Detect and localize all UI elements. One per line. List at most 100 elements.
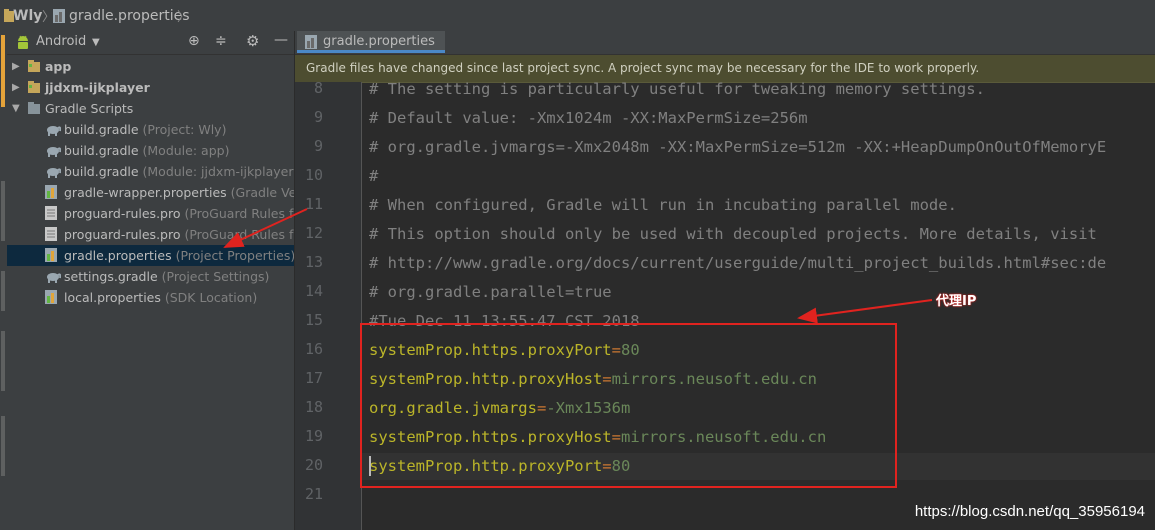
view-mode-label[interactable]: Android — [36, 34, 86, 49]
sync-notification-banner: Gradle files have changed since last pro… — [295, 55, 1155, 83]
line-number: 16 — [304, 340, 323, 358]
code-line: # org.gradle.parallel=true — [369, 283, 612, 301]
tree-item-label: proguard-rules.pro (ProGuard Rules for — [64, 227, 295, 242]
tree-item-description: (ProGuard Rules for — [180, 206, 295, 221]
watermark: https://blog.csdn.net/qq_35956194 — [914, 503, 1145, 520]
line-number: 9 — [313, 108, 323, 126]
banner-message: Gradle files have changed since last pro… — [306, 61, 980, 75]
line-number: 19 — [304, 427, 323, 445]
collapse-icon[interactable]: ≑ — [215, 33, 227, 49]
tree-item[interactable]: build.gradle (Module: jjdxm-ijkplayer) — [7, 161, 294, 182]
folder-icon — [27, 59, 41, 73]
breadcrumb-project[interactable]: Wly — [13, 6, 42, 26]
tab-label: gradle.properties — [323, 34, 435, 49]
line-number: 14 — [304, 282, 323, 300]
tree-item-label: local.properties (SDK Location) — [64, 290, 258, 305]
breadcrumb-separator: 〉 — [177, 10, 191, 25]
gear-icon[interactable]: ⚙ — [246, 32, 259, 50]
code-line: # The setting is particularly useful for… — [369, 82, 985, 98]
properties-file-icon — [45, 185, 59, 199]
tree-item[interactable]: build.gradle (Project: Wly) — [7, 119, 294, 140]
tree-item[interactable]: gradle.properties (Project Properties) — [7, 245, 294, 266]
tree-item[interactable]: ▶ jjdxm-ijkplayer — [7, 77, 294, 98]
tab-gradle-properties[interactable]: gradle.properties — [297, 31, 445, 53]
line-number: 11 — [304, 195, 323, 213]
tree-item-label: build.gradle (Module: app) — [64, 143, 230, 158]
line-number: 13 — [304, 253, 323, 271]
project-tool-tab[interactable] — [1, 35, 5, 107]
annotation-label: 代理IP — [936, 294, 977, 309]
locate-icon[interactable]: ⊕ — [188, 33, 200, 49]
tree-item[interactable]: local.properties (SDK Location) — [7, 287, 294, 308]
tree-item-label: settings.gradle (Project Settings) — [64, 269, 270, 284]
tree-item[interactable]: build.gradle (Module: app) — [7, 140, 294, 161]
collapsed-arrow-icon[interactable]: ▶ — [12, 82, 20, 93]
gradle-elephant-icon — [45, 143, 62, 157]
android-icon — [18, 35, 28, 49]
tree-item-label: jjdxm-ijkplayer — [45, 80, 150, 95]
code-line: # — [369, 167, 379, 185]
tool-tab[interactable] — [1, 331, 5, 391]
text-file-icon — [45, 206, 59, 220]
breadcrumb-file[interactable]: gradle.properties — [69, 6, 190, 26]
line-number-gutter: 8 9 9 10 11 12 13 14 15 16 17 18 19 20 21 — [295, 79, 362, 530]
tree-item-description: (Gradle Vers — [230, 185, 295, 200]
tool-tab[interactable] — [1, 416, 5, 476]
gradle-elephant-icon — [45, 269, 62, 283]
tree-item[interactable]: proguard-rules.pro (ProGuard Rules for — [7, 224, 294, 245]
line-number: 18 — [304, 398, 323, 416]
code-line: # http://www.gradle.org/docs/current/use… — [369, 254, 1107, 272]
tree-item-description: (SDK Location) — [160, 290, 258, 305]
line-number: 21 — [304, 485, 323, 503]
properties-file-icon — [45, 290, 59, 304]
line-number: 12 — [304, 224, 323, 242]
tree-item-description: (Project Properties) — [171, 248, 295, 263]
navigation-bar: Wly 〉 gradle.properties 〉 — [0, 0, 1155, 32]
tree-item-description: (Module: app) — [138, 143, 230, 158]
properties-file-icon — [53, 9, 65, 23]
tree-item-description: (Project: Wly) — [138, 122, 227, 137]
line-number: 15 — [304, 311, 323, 329]
line-number: 10 — [304, 166, 323, 184]
tree-item[interactable]: settings.gradle (Project Settings) — [7, 266, 294, 287]
code-line: # When configured, Gradle will run in in… — [369, 196, 957, 214]
tool-tab[interactable] — [1, 181, 5, 241]
tree-item-label: gradle.properties (Project Properties) — [64, 248, 295, 263]
code-line: # This option should only be used with d… — [369, 225, 1097, 243]
tree-item-label: app — [45, 59, 72, 74]
tree-item-label: Gradle Scripts — [45, 101, 134, 116]
highlight-box — [360, 323, 897, 488]
tree-item[interactable]: proguard-rules.pro (ProGuard Rules for — [7, 203, 294, 224]
tree-item-description: (Module: jjdxm-ijkplayer) — [138, 164, 295, 179]
tree-item-label: build.gradle (Project: Wly) — [64, 122, 227, 137]
text-file-icon — [45, 227, 59, 241]
line-number: 20 — [304, 456, 323, 474]
tree-item-description: (Project Settings) — [157, 269, 270, 284]
code-line: # Default value: -Xmx1024m -XX:MaxPermSi… — [369, 109, 808, 127]
tree-item-label: proguard-rules.pro (ProGuard Rules for — [64, 206, 295, 221]
line-number: 8 — [313, 79, 323, 97]
tree-item[interactable]: ▶ app — [7, 56, 294, 77]
properties-file-icon — [45, 248, 59, 262]
gradle-elephant-icon — [45, 164, 62, 178]
tree-item-description: (ProGuard Rules for — [180, 227, 295, 242]
tree-item-label: gradle-wrapper.properties (Gradle Vers — [64, 185, 295, 200]
gradle-folder-icon — [27, 101, 41, 115]
tool-tab[interactable] — [1, 271, 5, 311]
line-number: 17 — [304, 369, 323, 387]
gradle-elephant-icon — [45, 122, 62, 136]
expanded-arrow-icon[interactable]: ▼ — [12, 103, 20, 114]
project-panel: Android ▼ ⊕ ≑ ⚙ — ▶ app ▶ jjdxm-ijkplayer ▼ G… — [7, 31, 295, 530]
view-mode-dropdown-icon[interactable]: ▼ — [92, 37, 100, 48]
tree-item-label: build.gradle (Module: jjdxm-ijkplayer) — [64, 164, 295, 179]
editor-tab-bar: gradle.properties — [295, 31, 1155, 55]
properties-file-icon — [305, 35, 317, 49]
collapsed-arrow-icon[interactable]: ▶ — [12, 61, 20, 72]
hide-panel-icon[interactable]: — — [274, 32, 288, 48]
project-panel-header: Android ▼ ⊕ ≑ ⚙ — — [7, 31, 294, 55]
folder-icon — [27, 80, 41, 94]
line-number: 9 — [313, 137, 323, 155]
tree-item[interactable]: gradle-wrapper.properties (Gradle Vers — [7, 182, 294, 203]
code-line: # org.gradle.jvmargs=-Xmx2048m -XX:MaxPe… — [369, 138, 1107, 156]
tree-item[interactable]: ▼ Gradle Scripts — [7, 98, 294, 119]
